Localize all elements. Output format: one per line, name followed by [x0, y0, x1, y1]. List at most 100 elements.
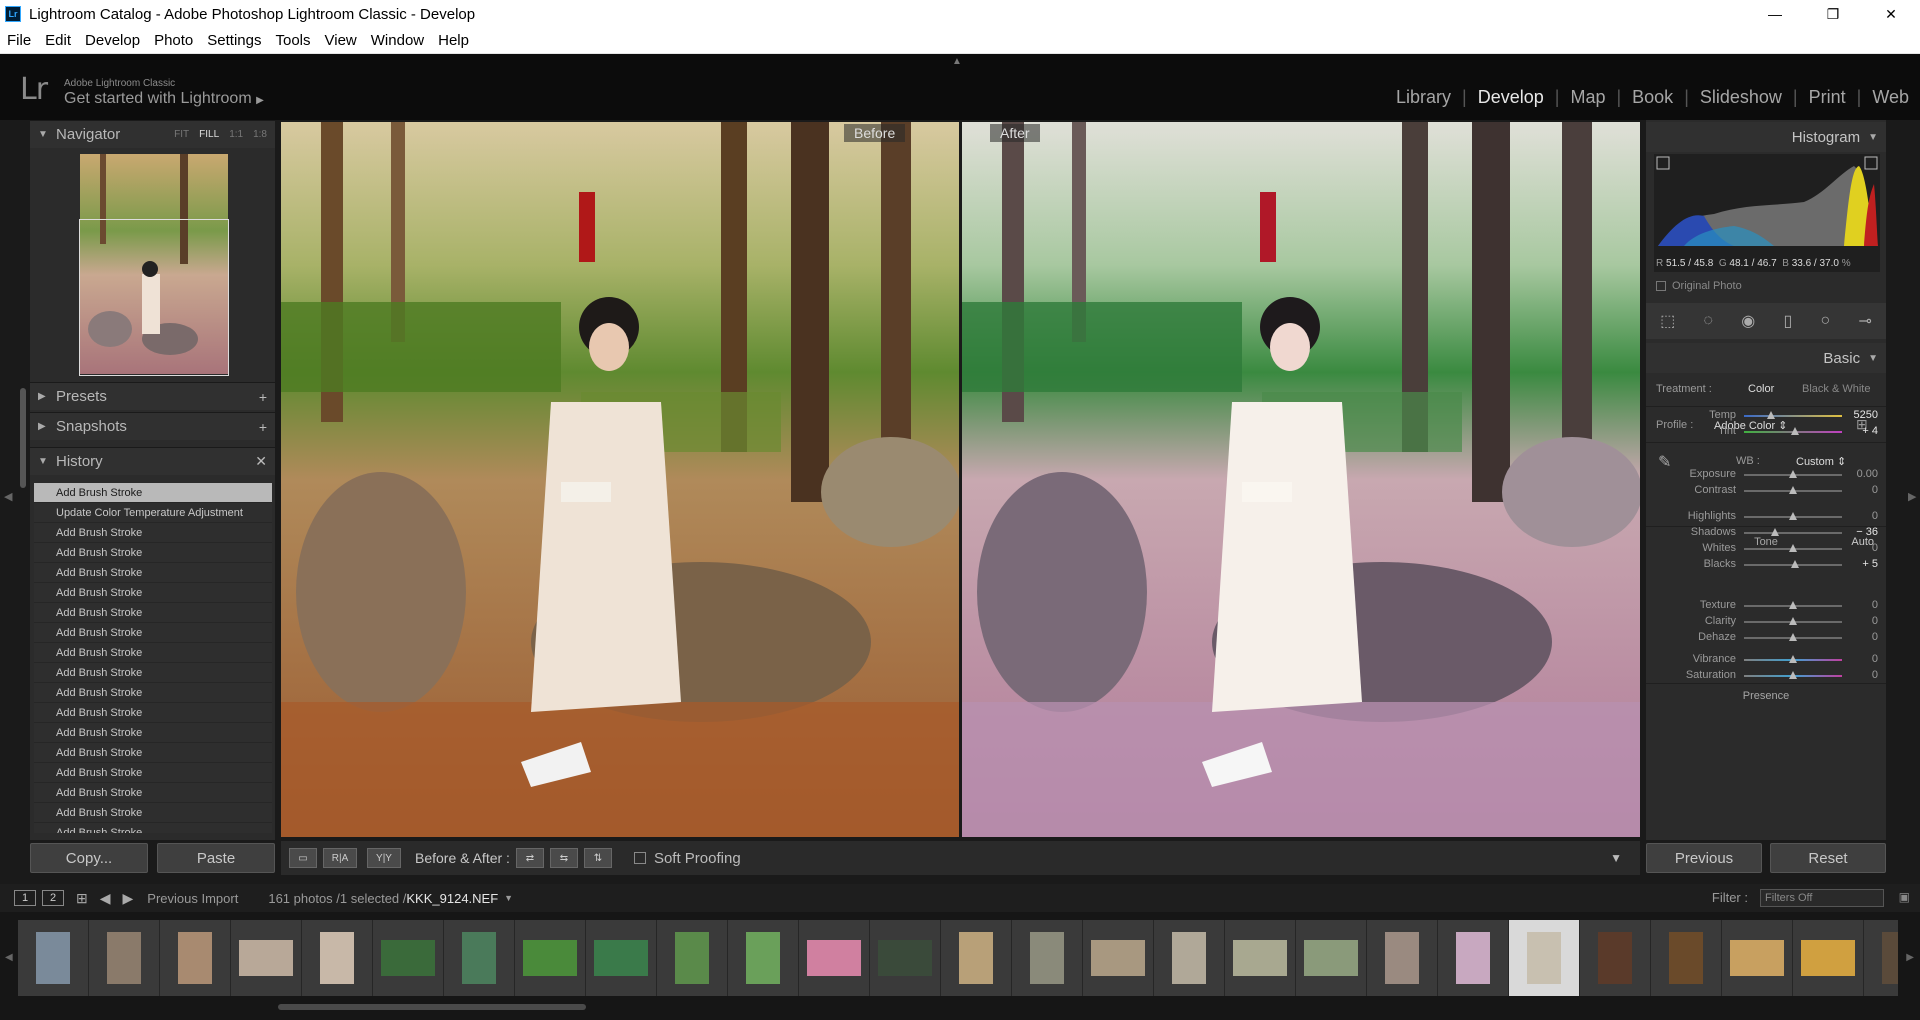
slider-thumb[interactable] — [1789, 544, 1797, 552]
menu-photo[interactable]: Photo — [147, 32, 200, 49]
forward-arrow-icon[interactable]: ▶ — [123, 890, 134, 907]
slider-thumb[interactable] — [1789, 655, 1797, 663]
module-map[interactable]: Map — [1559, 87, 1616, 108]
filmstrip-scrollbar[interactable] — [278, 1004, 586, 1010]
copy-button[interactable]: Copy... — [30, 843, 148, 873]
presets-header[interactable]: ▶ Presets + — [30, 382, 275, 410]
filmstrip-cell[interactable] — [1438, 920, 1509, 996]
slider-value[interactable]: 0 — [1872, 542, 1878, 554]
filmstrip-cell[interactable] — [1225, 920, 1296, 996]
copy-before-to-after-button[interactable]: ⇄ — [515, 848, 544, 868]
slider-value[interactable]: 0 — [1872, 615, 1878, 627]
slider-value[interactable]: 0 — [1872, 484, 1878, 496]
crop-tool-icon[interactable]: ⬚ — [1660, 311, 1675, 331]
module-slideshow[interactable]: Slideshow — [1689, 87, 1793, 108]
history-item[interactable]: Add Brush Stroke — [34, 803, 272, 823]
add-snapshot-icon[interactable]: + — [259, 419, 267, 435]
history-item[interactable]: Add Brush Stroke — [34, 663, 272, 683]
filmstrip-cell[interactable] — [1012, 920, 1083, 996]
histogram-header[interactable]: Histogram ▼ — [1646, 122, 1886, 152]
history-item[interactable]: Add Brush Stroke — [34, 783, 272, 803]
history-item[interactable]: Add Brush Stroke — [34, 603, 272, 623]
slider-dehaze[interactable]: Dehaze 0 — [1646, 628, 1886, 648]
slider-value[interactable]: 0 — [1872, 631, 1878, 643]
history-item[interactable]: Add Brush Stroke — [34, 483, 272, 503]
filename-dropdown-icon[interactable]: ▼ — [504, 893, 513, 903]
slider-value[interactable]: 0 — [1872, 599, 1878, 611]
grid-view-icon[interactable]: ⊞ — [76, 890, 88, 907]
filmstrip-cell[interactable] — [444, 920, 515, 996]
slider-blacks[interactable]: Blacks + 5 — [1646, 555, 1886, 575]
filmstrip-cell[interactable] — [1083, 920, 1154, 996]
module-develop[interactable]: Develop — [1467, 87, 1555, 108]
history-item[interactable]: Add Brush Stroke — [34, 703, 272, 723]
restore-button[interactable]: ❐ — [1804, 0, 1862, 28]
copy-after-to-before-button[interactable]: ⇆ — [549, 848, 578, 868]
history-item[interactable]: Add Brush Stroke — [34, 523, 272, 543]
slider-thumb[interactable] — [1789, 512, 1797, 520]
slider-thumb[interactable] — [1790, 560, 1799, 568]
filmstrip-cell[interactable] — [1296, 920, 1367, 996]
slider-thumb[interactable] — [1789, 633, 1797, 641]
menu-window[interactable]: Window — [364, 32, 431, 49]
history-item[interactable]: Add Brush Stroke — [34, 623, 272, 643]
history-item[interactable]: Add Brush Stroke — [34, 543, 272, 563]
filmstrip-cell[interactable] — [515, 920, 586, 996]
before-after-ra-button[interactable]: R|A — [323, 848, 357, 868]
history-item[interactable]: Update Color Temperature Adjustment — [34, 503, 272, 523]
filmstrip-cell[interactable] — [728, 920, 799, 996]
spot-removal-icon[interactable]: ◌ — [1704, 312, 1714, 330]
collapse-top-icon[interactable]: ▲ — [952, 56, 962, 67]
slider-thumb[interactable] — [1790, 427, 1799, 435]
slider-value[interactable]: 0 — [1872, 669, 1878, 681]
slider-thumb[interactable] — [1789, 671, 1797, 679]
original-photo-checkbox[interactable] — [1656, 281, 1666, 291]
slider-value[interactable]: 0 — [1872, 510, 1878, 522]
menu-file[interactable]: File — [0, 32, 38, 49]
slider-thumb[interactable] — [1789, 470, 1797, 478]
toolbar-menu-chevron-icon[interactable]: ▼ — [1610, 851, 1622, 865]
slider-value[interactable]: 5250 — [1854, 409, 1878, 421]
module-book[interactable]: Book — [1621, 87, 1684, 108]
paste-button[interactable]: Paste — [157, 843, 275, 873]
slider-value[interactable]: + 4 — [1862, 425, 1878, 437]
soft-proofing-checkbox[interactable] — [633, 852, 646, 864]
filmstrip-cell[interactable] — [657, 920, 728, 996]
filmstrip-cell[interactable] — [1651, 920, 1722, 996]
filmstrip-cell[interactable] — [1722, 920, 1793, 996]
slider-value[interactable]: − 36 — [1856, 526, 1878, 538]
minimize-button[interactable]: — — [1746, 0, 1804, 28]
slider-thumb[interactable] — [1789, 486, 1797, 494]
slider-value[interactable]: 0.00 — [1857, 468, 1878, 480]
before-after-yy-button[interactable]: Y|Y — [367, 848, 401, 868]
menu-edit[interactable]: Edit — [38, 32, 78, 49]
slider-contrast[interactable]: Contrast 0 — [1646, 481, 1886, 501]
clear-history-icon[interactable]: ✕ — [255, 453, 267, 470]
left-panel-scrollbar[interactable] — [20, 388, 26, 488]
filmstrip-cell[interactable] — [1580, 920, 1651, 996]
slider-track[interactable] — [1744, 532, 1842, 534]
menu-tools[interactable]: Tools — [268, 32, 317, 49]
nav-1to8-option[interactable]: 1:8 — [253, 129, 267, 140]
slider-thumb[interactable] — [1767, 411, 1776, 419]
slider-saturation[interactable]: Saturation 0 — [1646, 666, 1886, 686]
menu-help[interactable]: Help — [431, 32, 476, 49]
filmstrip-cell[interactable] — [231, 920, 302, 996]
right-panel-toggle-icon[interactable]: ▶ — [1908, 490, 1916, 503]
filmstrip-cell[interactable] — [586, 920, 657, 996]
history-header[interactable]: ▼ History ✕ — [30, 447, 275, 475]
filmstrip-left-arrow-icon[interactable]: ◀ — [5, 952, 13, 963]
nav-fit-option[interactable]: FIT — [174, 129, 189, 140]
loupe-view-button[interactable]: ▭ — [289, 848, 317, 868]
history-item[interactable]: Add Brush Stroke — [34, 583, 272, 603]
filmstrip-cell[interactable] — [1154, 920, 1225, 996]
treatment-bw-option[interactable]: Black & White — [1802, 383, 1870, 395]
selected-filename[interactable]: KKK_9124.NEF — [406, 891, 498, 906]
previous-button[interactable]: Previous — [1646, 843, 1762, 873]
filmstrip-cell[interactable] — [89, 920, 160, 996]
history-item[interactable]: Add Brush Stroke — [34, 563, 272, 583]
close-button[interactable]: ✕ — [1862, 0, 1920, 28]
add-preset-icon[interactable]: + — [259, 389, 267, 405]
graduated-filter-icon[interactable]: ▯ — [1783, 311, 1792, 331]
secondary-window-button[interactable]: 2 — [42, 890, 64, 906]
